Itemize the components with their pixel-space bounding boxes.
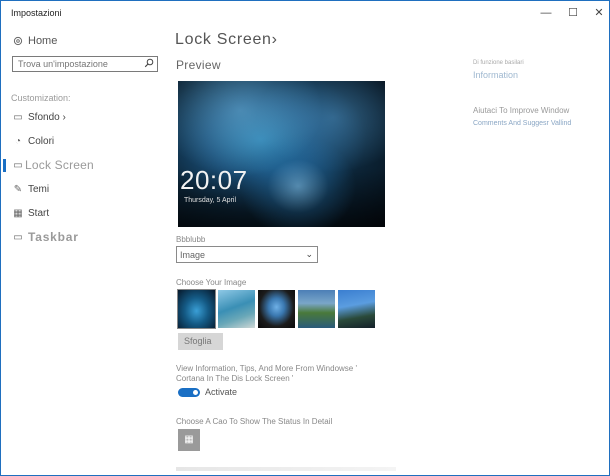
choose-image-label: Choose Your Image bbox=[176, 278, 247, 287]
sidebar-item-label: Lock Screen bbox=[25, 158, 94, 172]
window-title: Impostazioni bbox=[11, 8, 62, 18]
thumbnail-arch-rock[interactable] bbox=[258, 290, 295, 328]
search-box[interactable] bbox=[12, 56, 158, 72]
close-button[interactable]: ✕ bbox=[589, 4, 609, 22]
thumbnail-cliff-sea[interactable] bbox=[338, 290, 375, 328]
page-title: Lock Screen› bbox=[175, 31, 278, 48]
sidebar-item-label: Temi bbox=[28, 183, 50, 195]
information-link[interactable]: Information bbox=[473, 70, 518, 80]
gear-icon bbox=[13, 36, 23, 46]
title-bar: Impostazioni — ☐ ✕ bbox=[1, 1, 609, 27]
lock-screen-icon: ▭ bbox=[13, 159, 23, 171]
sidebar-item-themes[interactable]: ✎ Temi bbox=[1, 179, 166, 199]
preview-wallpaper bbox=[178, 81, 385, 227]
thumbnail-lake-aerial[interactable] bbox=[218, 290, 255, 328]
main-content: Lock Screen› Preview 20:07 Thursday, 5 A… bbox=[166, 27, 466, 475]
chevron-down-icon: ⌄ bbox=[305, 249, 313, 259]
search-icon[interactable] bbox=[144, 58, 154, 68]
thumbnail-ice-cave[interactable] bbox=[177, 289, 216, 329]
toggle-label: Activate bbox=[205, 387, 238, 397]
palette-icon: ◔ bbox=[14, 135, 22, 147]
comments-link[interactable]: Comments And Suggesr Vallind bbox=[473, 120, 571, 127]
background-value: Image bbox=[180, 250, 206, 260]
status-app-label: Choose A Cao To Show The Status In Detai… bbox=[176, 417, 333, 426]
sidebar-item-start[interactable]: ▦ Start bbox=[1, 203, 166, 223]
preview-date: Thursday, 5 April bbox=[184, 197, 237, 204]
maximize-button[interactable]: ☐ bbox=[563, 4, 583, 22]
calendar-icon[interactable]: ▦ bbox=[178, 429, 200, 451]
image-icon: ▭ bbox=[13, 111, 23, 123]
sidebar: Home Customization: ▭ Sfondo › ◔ Colori … bbox=[1, 27, 166, 475]
sidebar-item-label: Start bbox=[28, 207, 50, 219]
sidebar-item-colors[interactable]: ◔ Colori bbox=[1, 131, 166, 151]
background-label: Bbblubb bbox=[176, 235, 206, 244]
background-dropdown[interactable]: Image ⌄ bbox=[176, 246, 318, 263]
sidebar-item-label: Sfondo › bbox=[28, 111, 66, 123]
section-label: Customization: bbox=[11, 93, 71, 103]
truncated-text-line bbox=[176, 467, 396, 471]
home-link[interactable]: Home bbox=[13, 35, 57, 47]
taskbar-icon: ▭ bbox=[13, 231, 23, 243]
settings-window: Impostazioni — ☐ ✕ Home Customization: ▭… bbox=[0, 0, 610, 476]
info-toggle[interactable] bbox=[178, 388, 200, 397]
minimize-button[interactable]: — bbox=[536, 4, 556, 22]
sidebar-item-taskbar[interactable]: ▭ Taskbar bbox=[1, 227, 166, 247]
home-label: Home bbox=[28, 35, 58, 47]
help-improve-label: Aiutaci To Improve Window bbox=[473, 106, 570, 115]
lock-screen-preview: 20:07 Thursday, 5 April bbox=[178, 81, 385, 227]
sidebar-item-label: Taskbar bbox=[28, 230, 79, 244]
preview-title: Preview bbox=[176, 58, 221, 72]
right-panel: Di funzione basilari Information Aiutaci… bbox=[471, 27, 609, 475]
sidebar-item-label: Colori bbox=[28, 135, 55, 147]
sidebar-item-lock-screen[interactable]: ▭ Lock Screen bbox=[1, 155, 166, 175]
toggle-knob bbox=[193, 390, 198, 395]
start-icon: ▦ bbox=[13, 207, 23, 219]
sidebar-item-background[interactable]: ▭ Sfondo › bbox=[1, 107, 166, 127]
right-small-label: Di funzione basilari bbox=[473, 60, 524, 66]
search-input[interactable] bbox=[18, 58, 138, 70]
preview-time: 20:07 bbox=[180, 165, 248, 195]
themes-icon: ✎ bbox=[13, 183, 23, 195]
browse-button[interactable]: Sfoglia bbox=[178, 333, 223, 350]
thumbnail-mountain-lake[interactable] bbox=[298, 290, 335, 328]
info-on-lock-screen-label: View Information, Tips, And More From Wi… bbox=[176, 364, 358, 383]
